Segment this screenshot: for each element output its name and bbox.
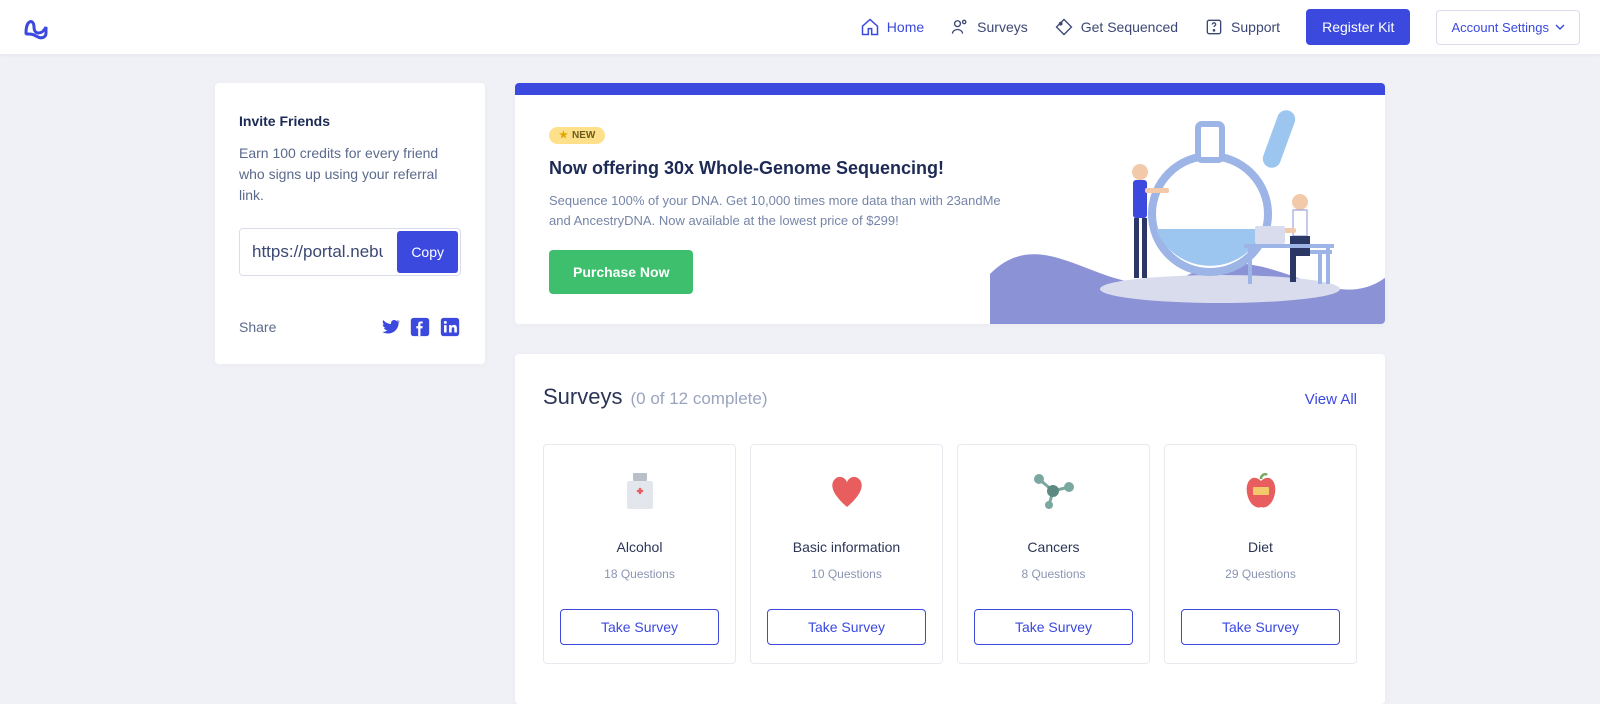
facebook-icon[interactable]: [409, 316, 431, 338]
invite-description: Earn 100 credits for every friend who si…: [239, 143, 461, 206]
linkedin-icon[interactable]: [439, 316, 461, 338]
banner-description: Sequence 100% of your DNA. Get 10,000 ti…: [549, 191, 1019, 230]
nav-get-sequenced-label: Get Sequenced: [1081, 19, 1178, 35]
star-icon: ★: [559, 130, 568, 141]
tag-icon: [1054, 17, 1074, 37]
take-survey-button[interactable]: Take Survey: [767, 609, 926, 645]
medicine-bottle-icon: [560, 469, 719, 513]
nav-get-sequenced[interactable]: Get Sequenced: [1054, 17, 1178, 37]
survey-card-basic-information: Basic information 10 Questions Take Surv…: [750, 444, 943, 664]
home-icon: [860, 17, 880, 37]
twitter-icon[interactable]: [379, 316, 401, 338]
survey-card-diet: Diet 29 Questions Take Survey: [1164, 444, 1357, 664]
surveys-icon: [950, 17, 970, 37]
surveys-count: (0 of 12 complete): [630, 389, 767, 409]
molecule-icon: [974, 469, 1133, 513]
nav-surveys-label: Surveys: [977, 19, 1028, 35]
new-badge: ★NEW: [549, 127, 605, 144]
heart-icon: [767, 469, 926, 513]
survey-questions: 8 Questions: [974, 567, 1133, 581]
share-label: Share: [239, 319, 379, 335]
survey-questions: 10 Questions: [767, 567, 926, 581]
nav-support[interactable]: Support: [1204, 17, 1280, 37]
survey-card-cancers: Cancers 8 Questions Take Survey: [957, 444, 1150, 664]
account-settings-label: Account Settings: [1451, 20, 1549, 35]
take-survey-button[interactable]: Take Survey: [974, 609, 1133, 645]
nav-home-label: Home: [887, 19, 924, 35]
survey-name: Alcohol: [560, 539, 719, 555]
nav-support-label: Support: [1231, 19, 1280, 35]
register-kit-button[interactable]: Register Kit: [1306, 9, 1410, 45]
chevron-down-icon: [1555, 22, 1565, 32]
survey-questions: 29 Questions: [1181, 567, 1340, 581]
survey-card-alcohol: Alcohol 18 Questions Take Survey: [543, 444, 736, 664]
nav-surveys[interactable]: Surveys: [950, 17, 1028, 37]
survey-name: Diet: [1181, 539, 1340, 555]
take-survey-button[interactable]: Take Survey: [560, 609, 719, 645]
purchase-now-button[interactable]: Purchase Now: [549, 250, 693, 294]
banner-title: Now offering 30x Whole-Genome Sequencing…: [549, 158, 1019, 179]
support-icon: [1204, 17, 1224, 37]
survey-name: Basic information: [767, 539, 926, 555]
survey-name: Cancers: [974, 539, 1133, 555]
surveys-section: Surveys (0 of 12 complete) View All Alco…: [515, 354, 1385, 704]
surveys-title: Surveys: [543, 384, 622, 410]
take-survey-button[interactable]: Take Survey: [1181, 609, 1340, 645]
logo[interactable]: [20, 11, 52, 43]
nav-home[interactable]: Home: [860, 17, 924, 37]
invite-title: Invite Friends: [239, 113, 461, 129]
invite-friends-card: Invite Friends Earn 100 credits for ever…: [215, 83, 485, 364]
referral-url-input[interactable]: [240, 229, 395, 275]
view-all-link[interactable]: View All: [1305, 391, 1357, 408]
banner-illustration: [1019, 125, 1385, 294]
account-settings-button[interactable]: Account Settings: [1436, 10, 1580, 45]
survey-questions: 18 Questions: [560, 567, 719, 581]
apple-icon: [1181, 469, 1340, 513]
wgs-banner: ★NEW Now offering 30x Whole-Genome Seque…: [515, 83, 1385, 324]
copy-button[interactable]: Copy: [397, 231, 458, 273]
